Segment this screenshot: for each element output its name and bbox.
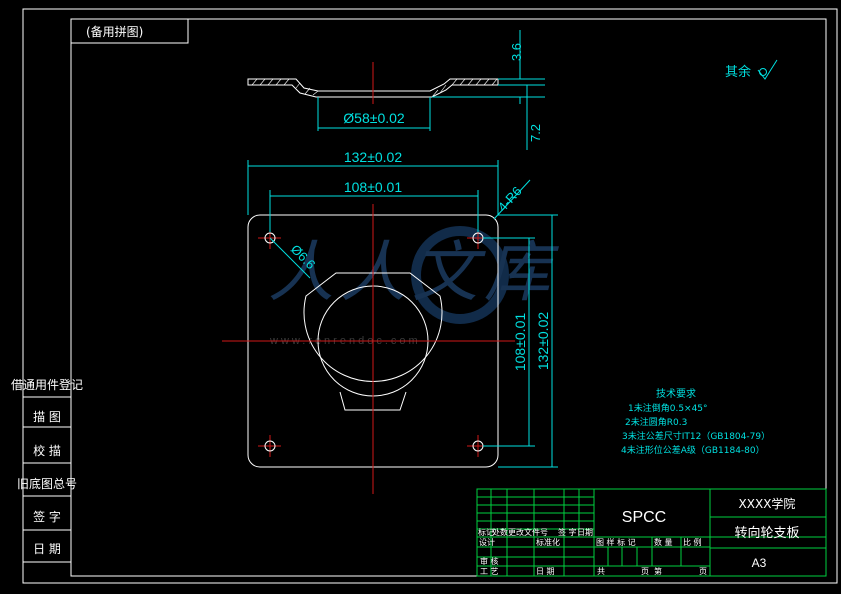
dim-width-outer: 132±0.02 — [344, 149, 403, 165]
tech-item: 2未注圆角R0.3 — [625, 416, 687, 428]
strip-date: 日 期 — [33, 542, 61, 556]
design-label: 设计 — [479, 537, 495, 547]
tech-requirements: 技术要求 1未注倒角0.5×45° 2未注圆角R0.3 3未注公差尺寸IT12（… — [621, 387, 770, 456]
process-label: 工 艺 — [480, 567, 499, 576]
school-label: XXXX学院 — [739, 496, 796, 511]
cad-drawing: (备用拼图) 人人文库 www.renrendoc.com 3.6 7.2 Ø5… — [11, 8, 838, 584]
tech-title: 技术要求 — [656, 387, 696, 400]
dim-height-total: 7.2 — [528, 124, 543, 142]
strip-old-number: 旧底图总号 — [17, 476, 77, 491]
code-box-label: (备用拼图) — [86, 25, 143, 39]
rev-date: 日期 — [577, 528, 593, 537]
strip-register: 借通用件登记 — [11, 377, 83, 392]
rev-count: 处数 — [492, 527, 508, 537]
total-label: 共 — [597, 567, 605, 576]
standard-label: 标准化 — [536, 537, 560, 547]
watermark-text: 人人文库 — [268, 234, 560, 311]
section-view — [247, 62, 499, 104]
strip-signature: 签 字 — [33, 509, 61, 524]
sheet-unit-label: 页 — [641, 567, 649, 576]
quantity-header: 数 量 — [654, 537, 673, 547]
dim-height-top: 3.6 — [509, 43, 524, 61]
strip-trace: 描 图 — [33, 410, 61, 424]
dim-height-holes: 108±0.01 — [512, 313, 528, 372]
page-label: 第 — [654, 566, 662, 576]
tech-item: 3未注公差尺寸IT12（GB1804-79） — [622, 430, 770, 442]
date-label: 日 期 — [536, 567, 555, 576]
dim-corner-radius: 4-R6 — [495, 183, 525, 214]
material-label: SPCC — [622, 509, 666, 526]
page-unit-label: 页 — [699, 567, 707, 576]
part-name: 转向轮支板 — [734, 525, 799, 541]
tech-item: 4未注形位公差A级（GB1184-80） — [621, 444, 765, 456]
rev-sign: 签 字 — [558, 527, 577, 537]
check-label: 审 核 — [480, 556, 499, 566]
dim-height-outer: 132±0.02 — [535, 312, 551, 371]
sheet-size: A3 — [752, 556, 767, 570]
stage-mark-header: 图 样 标 记 — [596, 537, 636, 547]
scale-header: 比 例 — [683, 537, 702, 547]
rev-doc: 更改文件号 — [508, 527, 548, 537]
tech-item: 1未注倒角0.5×45° — [628, 402, 708, 414]
dim-width-holes: 108±0.01 — [344, 179, 403, 195]
roughness-note: 其余 — [725, 64, 751, 80]
strip-check-trace: 校 描 — [33, 443, 61, 458]
dim-boss-diameter: Ø58±0.02 — [343, 110, 405, 126]
